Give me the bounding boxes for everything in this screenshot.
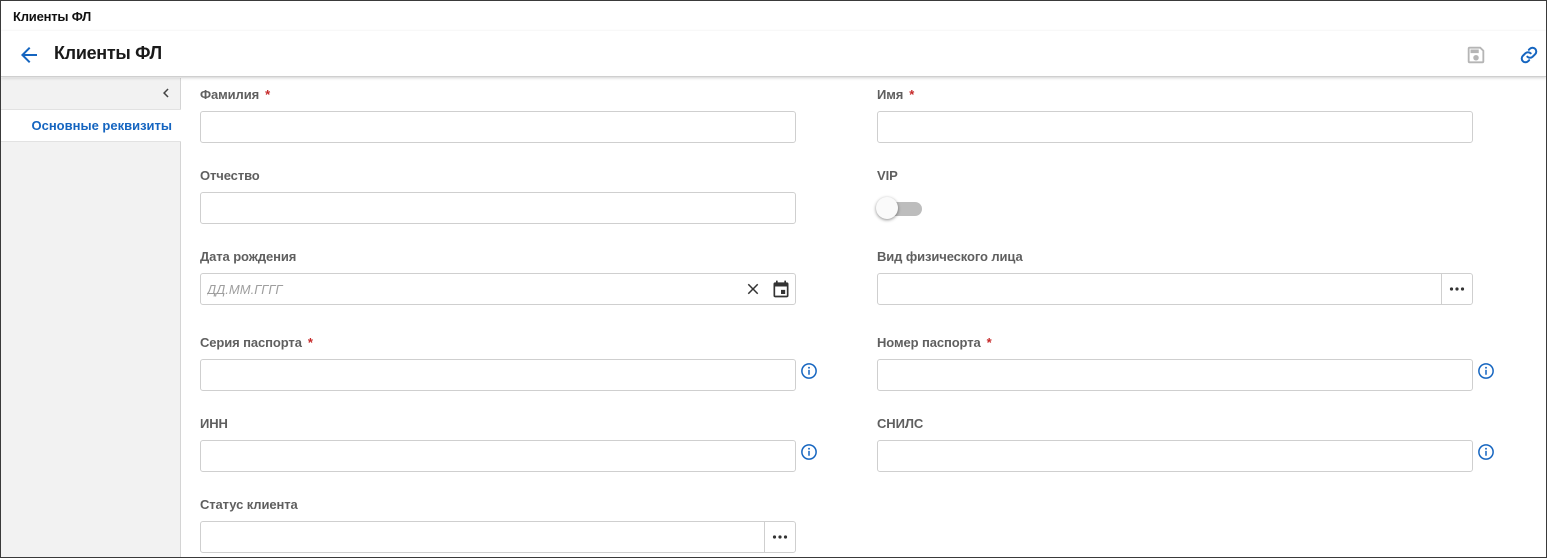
patronymic-input[interactable] [200,192,796,224]
birth-date-label: Дата рождения [200,249,297,264]
toggle-knob [876,197,898,219]
birth-date-input[interactable] [201,274,731,304]
info-icon [1478,444,1494,460]
passport-number-info-button[interactable] [1477,362,1495,380]
passport-series-info-button[interactable] [800,362,818,380]
info-icon [1478,363,1494,379]
collapse-sidebar-button[interactable] [157,84,175,102]
person-type-input[interactable] [878,274,1441,304]
first-name-input[interactable] [877,111,1473,143]
first-name-label: Имя * [877,87,915,102]
vip-toggle[interactable] [876,197,923,220]
client-status-select-button[interactable] [764,522,795,552]
vip-label: VIP [877,168,898,183]
passport-number-input[interactable] [877,359,1473,391]
more-horizontal-icon [1449,287,1465,291]
arrow-left-icon [21,47,37,63]
save-button[interactable] [1465,44,1487,66]
window-title: Клиенты ФЛ [13,9,92,24]
person-type-label: Вид физического лица [877,249,1023,264]
copy-link-button[interactable] [1519,45,1541,67]
inn-input[interactable] [200,440,796,472]
page-header: Клиенты ФЛ [1,31,1546,77]
required-mark: * [307,335,313,350]
last-name-label: Фамилия * [200,87,271,102]
info-icon [801,363,817,379]
patronymic-label: Отчество [200,168,260,183]
close-icon [747,283,759,295]
client-status-input[interactable] [201,522,764,552]
sidebar-item-main-details[interactable]: Основные реквизиты [1,109,181,142]
page-title: Клиенты ФЛ [54,43,162,63]
birth-date-field [200,273,796,305]
client-status-label: Статус клиента [200,497,298,512]
snils-label: СНИЛС [877,416,924,431]
app-window: Клиенты ФЛ Клиенты ФЛ Основные реквизиты… [0,0,1547,558]
snils-info-button[interactable] [1477,443,1495,461]
inn-info-button[interactable] [800,443,818,461]
chevron-left-icon [163,88,169,98]
back-button[interactable] [17,43,41,67]
inn-label: ИНН [200,416,228,431]
floppy-disk-icon [1467,46,1485,64]
last-name-input[interactable] [200,111,796,143]
more-horizontal-icon [772,535,788,539]
link-icon [1520,46,1538,64]
person-type-select-button[interactable] [1441,274,1472,304]
info-icon [801,444,817,460]
snils-input[interactable] [877,440,1473,472]
open-calendar-button[interactable] [771,279,791,299]
required-mark: * [909,87,915,102]
required-mark: * [265,87,271,102]
client-status-lookup [200,521,796,553]
passport-number-label: Номер паспорта * [877,335,992,350]
person-type-lookup [877,273,1473,305]
passport-series-input[interactable] [200,359,796,391]
sidebar: Основные реквизиты [1,78,181,557]
required-mark: * [986,335,992,350]
clear-date-button[interactable] [744,280,762,298]
calendar-icon [773,280,789,298]
sidebar-item-label: Основные реквизиты [31,118,172,133]
passport-series-label: Серия паспорта * [200,335,313,350]
